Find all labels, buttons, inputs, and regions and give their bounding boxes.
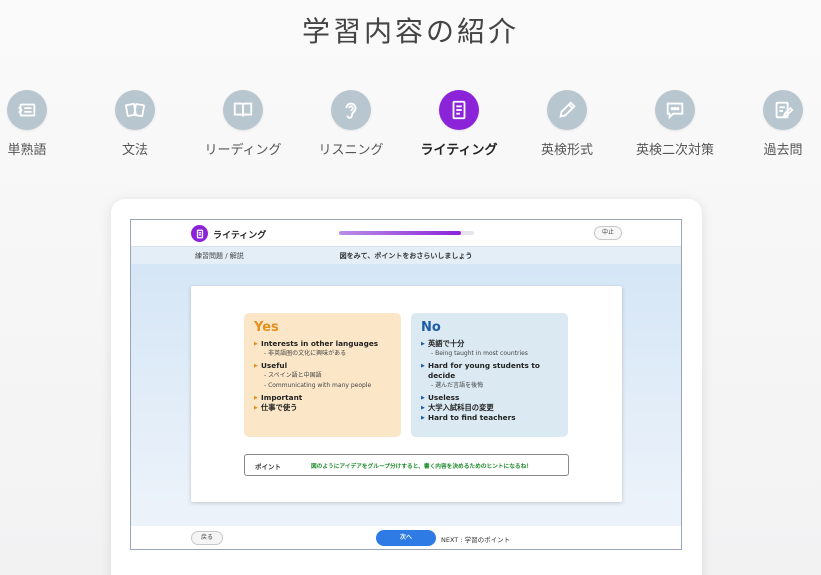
document-icon xyxy=(439,90,479,130)
list-item: 英語で十分 xyxy=(421,339,558,349)
lesson-title: ライティング xyxy=(213,231,267,241)
list-item: Important xyxy=(254,393,391,403)
ear-icon xyxy=(331,90,371,130)
category-label: 英検二次対策 xyxy=(635,143,714,158)
point-label: ポイント xyxy=(255,463,281,471)
vocabulary-card-icon xyxy=(7,90,47,130)
category-nav: 単熟語 文法 リーディング リスニング ライティング 英検形式 英検二次対策 過… xyxy=(0,90,821,160)
point-box: ポイント 図のようにアイデアをグループ分けすると、書く内容を決めるためのヒントに… xyxy=(244,454,569,476)
category-past-exams[interactable]: 過去問 xyxy=(733,90,821,158)
category-writing[interactable]: ライティング xyxy=(409,90,509,158)
category-label: ライティング xyxy=(420,143,498,158)
instruction-text: 図をみて、ポイントをおさらいしましょう xyxy=(339,252,473,260)
category-label: 英検形式 xyxy=(540,143,593,158)
no-heading: No xyxy=(421,320,441,335)
next-button[interactable]: 次へ xyxy=(376,530,436,546)
category-label: リーディング xyxy=(204,143,282,158)
category-reading[interactable]: リーディング xyxy=(193,90,293,158)
pencil-icon xyxy=(547,90,587,130)
list-subitem: - Communicating with many people xyxy=(264,382,372,389)
no-box: No 英語で十分 - Being taught in most countrie… xyxy=(411,313,568,437)
progress-fill xyxy=(339,231,461,235)
list-subitem: - 非英語圏の文化に興味がある xyxy=(264,350,347,357)
list-item: Hard to find teachers xyxy=(421,413,558,423)
yes-heading: Yes xyxy=(254,320,279,335)
speech-bubble-icon xyxy=(655,90,695,130)
writing-icon xyxy=(191,225,208,242)
edit-document-icon xyxy=(763,90,803,130)
book-icon xyxy=(223,90,263,130)
list-item: 仕事で使う xyxy=(254,403,391,413)
category-label: リスニング xyxy=(318,143,384,158)
progress-bar xyxy=(339,231,474,235)
list-item: Hard for young students to decide xyxy=(421,361,558,381)
list-item: 大学入試科目の変更 xyxy=(421,403,558,413)
category-eiken-interview[interactable]: 英検二次対策 xyxy=(625,90,725,158)
page-title: 学習内容の紹介 xyxy=(301,15,519,48)
point-text: 図のようにアイデアをグループ分けすると、書く内容を決めるためのヒントになるね！ xyxy=(311,464,532,470)
list-subitem: - 選んだ言語を後悔 xyxy=(431,382,484,389)
next-preview-text: NEXT : 学習のポイント xyxy=(441,536,511,544)
explanation-card: Yes Interests in other languages - 非英語圏の… xyxy=(191,286,622,502)
lesson-footer: 戻る 次へ NEXT : 学習のポイント xyxy=(131,526,681,549)
lesson-content: Yes Interests in other languages - 非英語圏の… xyxy=(131,264,681,526)
category-vocabulary[interactable]: 単熟語 xyxy=(0,90,77,158)
category-label: 過去問 xyxy=(763,143,803,158)
category-label: 単熟語 xyxy=(7,143,47,158)
list-subitem: - Being taught in most countries xyxy=(431,350,528,357)
list-item: Useless xyxy=(421,393,558,403)
category-listening[interactable]: リスニング xyxy=(301,90,401,158)
category-eiken-format[interactable]: 英検形式 xyxy=(517,90,617,158)
list-subitem: - スペイン語と中国語 xyxy=(264,372,322,379)
stop-button[interactable]: 中止 xyxy=(594,226,622,240)
yes-box: Yes Interests in other languages - 非英語圏の… xyxy=(244,313,401,437)
list-item: Useful xyxy=(254,361,391,371)
grammar-cards-icon xyxy=(115,90,155,130)
lesson-screen: ライティング 中止 練習問題 / 解説 図をみて、ポイントをおさらいしましょう … xyxy=(130,219,682,550)
list-item: Interests in other languages xyxy=(254,339,391,349)
category-label: 文法 xyxy=(121,143,148,158)
back-button[interactable]: 戻る xyxy=(191,531,223,545)
lesson-subheader: 練習問題 / 解説 図をみて、ポイントをおさらいしましょう xyxy=(131,246,681,264)
lesson-header: ライティング 中止 xyxy=(131,220,681,246)
category-grammar[interactable]: 文法 xyxy=(85,90,185,158)
